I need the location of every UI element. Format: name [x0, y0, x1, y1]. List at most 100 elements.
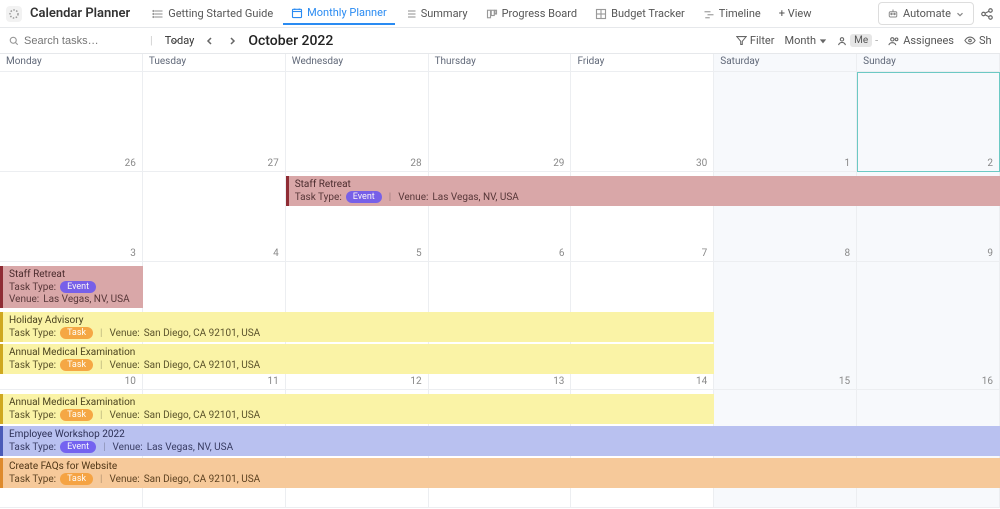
pill-event: Event	[346, 191, 382, 203]
event-title: Create FAQs for Website	[9, 461, 994, 472]
caret-down-icon	[819, 37, 827, 45]
show-button[interactable]: Show	[964, 34, 992, 47]
table-name: Calendar Planner	[30, 6, 130, 21]
add-view-button[interactable]: + View	[771, 3, 820, 24]
view-tab-progress-board[interactable]: Progress Board	[478, 3, 586, 24]
calendar-icon	[291, 7, 303, 19]
share-icon[interactable]	[980, 7, 994, 21]
event-meta: Task Type: Task | Venue: San Diego, CA 9…	[9, 327, 708, 339]
people-icon	[888, 36, 900, 46]
weekday-header: Monday Tuesday Wednesday Thursday Friday…	[0, 54, 1000, 72]
pill-task: Task	[60, 359, 93, 371]
col-sat: Saturday	[714, 54, 857, 72]
day-cell[interactable]: 26	[0, 72, 143, 172]
view-tab-getting-started[interactable]: Getting Started Guide	[144, 3, 281, 24]
view-tabs: Getting Started Guide Monthly Planner Su…	[144, 2, 819, 25]
board-icon	[486, 8, 498, 20]
view-tab-label: Summary	[421, 7, 468, 20]
search-icon	[8, 35, 20, 47]
pill-event: Event	[60, 441, 96, 453]
event-title: Employee Workshop 2022	[9, 429, 994, 440]
scale-select[interactable]: Month	[784, 34, 827, 47]
event-staff-retreat[interactable]: Staff Retreat Task Type: Event Venue: La…	[0, 266, 143, 308]
event-meta: Task Type: Task | Venue: San Diego, CA 9…	[9, 409, 708, 421]
day-cell[interactable]: 27	[143, 72, 286, 172]
col-sun: Sunday	[857, 54, 1000, 72]
me-filter[interactable]: Me-	[837, 34, 878, 47]
view-tab-summary[interactable]: Summary	[397, 3, 476, 24]
automate-label: Automate	[903, 7, 951, 20]
table-icon	[6, 6, 22, 22]
toolbar: | Today October 2022 Filter Month Me- As…	[0, 28, 1000, 54]
pill-event: Event	[60, 281, 96, 293]
period-label: October 2022	[248, 33, 333, 49]
search-input[interactable]	[24, 35, 166, 47]
col-fri: Friday	[571, 54, 714, 72]
day-cell[interactable]: 16	[857, 262, 1000, 390]
event-meta: Task Type: Task | Venue: San Diego, CA 9…	[9, 473, 994, 485]
event-meta: Task Type: Task | Venue: San Diego, CA 9…	[9, 359, 708, 371]
grid-icon	[595, 8, 607, 20]
col-thu: Thursday	[429, 54, 572, 72]
event-title: Holiday Advisory	[9, 315, 708, 326]
calendar: Monday Tuesday Wednesday Thursday Friday…	[0, 54, 1000, 509]
day-cell-today[interactable]: 2	[857, 72, 1000, 172]
assignees-button[interactable]: Assignees	[888, 34, 954, 47]
today-button[interactable]: Today	[165, 34, 195, 47]
add-view-label: + View	[779, 7, 812, 20]
pill-task: Task	[60, 327, 93, 339]
event-meta-venue: Venue: Las Vegas, NV, USA	[9, 294, 137, 305]
next-period-button[interactable]	[226, 35, 238, 47]
event-annual-medical[interactable]: Annual Medical Examination Task Type: Ta…	[0, 344, 714, 374]
list-icon	[405, 8, 417, 20]
col-mon: Monday	[0, 54, 143, 72]
view-tab-label: Budget Tracker	[611, 7, 685, 20]
day-cell[interactable]: 15	[714, 262, 857, 390]
filter-icon	[736, 35, 747, 46]
list-icon	[152, 8, 164, 20]
top-bar: Calendar Planner Getting Started Guide M…	[0, 0, 1000, 28]
day-cell[interactable]: 28	[286, 72, 429, 172]
week-row: 3 4 5 6 7 8 9 Staff Retreat Task Type: E…	[0, 172, 1000, 262]
search-input-wrap[interactable]	[8, 35, 138, 47]
col-tue: Tuesday	[143, 54, 286, 72]
view-tab-monthly-planner[interactable]: Monthly Planner	[283, 2, 395, 25]
event-meta: Task Type: Event | Venue: Las Vegas, NV,…	[295, 191, 994, 203]
event-staff-retreat[interactable]: Staff Retreat Task Type: Event | Venue: …	[286, 176, 1000, 206]
timeline-icon	[703, 8, 715, 20]
day-cell[interactable]: 4	[143, 172, 286, 262]
view-tab-label: Monthly Planner	[307, 6, 387, 19]
event-title: Staff Retreat	[295, 179, 994, 190]
view-tab-label: Getting Started Guide	[168, 7, 273, 20]
event-employee-workshop[interactable]: Employee Workshop 2022 Task Type: Event …	[0, 426, 1000, 456]
week-row: 26 27 28 29 30 1 2	[0, 72, 1000, 172]
day-cell[interactable]: 1	[714, 72, 857, 172]
automate-button[interactable]: Automate	[878, 2, 974, 25]
view-tab-label: Progress Board	[502, 7, 578, 20]
view-tab-budget-tracker[interactable]: Budget Tracker	[587, 3, 693, 24]
filter-button[interactable]: Filter	[736, 34, 775, 47]
person-icon	[837, 36, 847, 46]
event-meta: Task Type: Event	[9, 281, 137, 293]
event-holiday-advisory[interactable]: Holiday Advisory Task Type: Task | Venue…	[0, 312, 714, 342]
chevron-down-icon	[955, 9, 965, 19]
view-tab-label: Timeline	[719, 7, 761, 20]
event-meta: Task Type: Event | Venue: Las Vegas, NV,…	[9, 441, 994, 453]
event-title: Annual Medical Examination	[9, 397, 708, 408]
robot-icon	[887, 8, 899, 20]
col-wed: Wednesday	[286, 54, 429, 72]
event-title: Staff Retreat	[9, 269, 137, 280]
top-right: Automate	[878, 2, 994, 25]
day-cell[interactable]: 3	[0, 172, 143, 262]
week-row: 10 11 12 13 14 15 16 Staff Retreat Task …	[0, 262, 1000, 390]
day-cell[interactable]: 30	[571, 72, 714, 172]
week-row: Annual Medical Examination Task Type: Ta…	[0, 390, 1000, 508]
pill-task: Task	[60, 409, 93, 421]
prev-period-button[interactable]	[204, 35, 216, 47]
event-create-faqs[interactable]: Create FAQs for Website Task Type: Task …	[0, 458, 1000, 488]
pill-task: Task	[60, 473, 93, 485]
eye-icon	[964, 36, 976, 45]
view-tab-timeline[interactable]: Timeline	[695, 3, 769, 24]
day-cell[interactable]: 29	[429, 72, 572, 172]
event-annual-medical[interactable]: Annual Medical Examination Task Type: Ta…	[0, 394, 714, 424]
